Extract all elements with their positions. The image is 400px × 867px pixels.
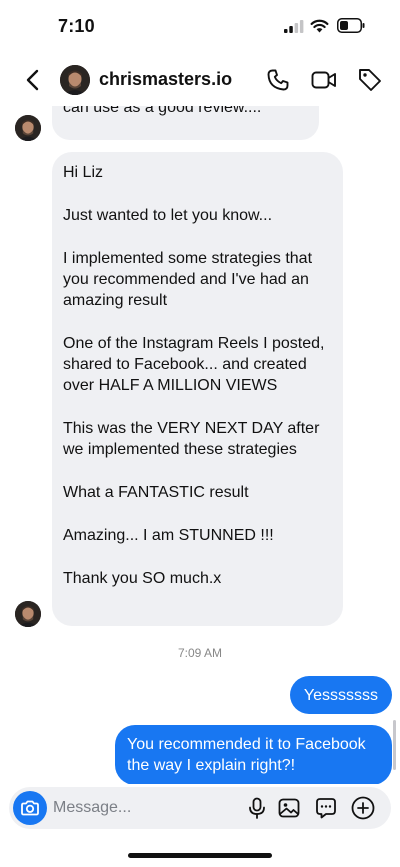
- outgoing-message[interactable]: Yesssssss: [289, 676, 392, 714]
- message-paragraph: What a FANTASTIC result: [63, 484, 249, 501]
- cellular-signal-icon: [284, 20, 304, 33]
- sticker-icon[interactable]: [314, 796, 338, 820]
- message-timestamp: 7:09 AM: [177, 646, 223, 660]
- message-paragraph: Just wanted to let you know...: [63, 207, 273, 224]
- message-thread[interactable]: can use as a good review.... Hi Liz Just…: [0, 106, 400, 784]
- sender-avatar[interactable]: [15, 115, 41, 141]
- wifi-icon: [310, 19, 329, 33]
- camera-button[interactable]: [13, 791, 47, 825]
- incoming-message[interactable]: Hi Liz Just wanted to let you know... I …: [52, 152, 343, 626]
- message-text: Yesssssss: [303, 687, 378, 704]
- status-bar: 7:10: [0, 0, 400, 54]
- message-paragraph: One of the Instagram Reels I posted, sha…: [63, 335, 325, 394]
- sender-avatar[interactable]: [15, 601, 41, 627]
- phone-icon[interactable]: [266, 68, 290, 92]
- message-input[interactable]: [53, 787, 233, 829]
- message-text: You recommended it to Facebook the way I…: [127, 736, 366, 774]
- message-paragraph: I implemented some strategies that you r…: [63, 250, 313, 309]
- message-paragraph: Hi Liz: [63, 164, 104, 181]
- incoming-message[interactable]: can use as a good review....: [52, 106, 319, 140]
- contact-name[interactable]: chrismasters.io: [99, 69, 232, 90]
- message-paragraph: Amazing... I am STUNNED !!!: [63, 527, 274, 544]
- message-composer: [9, 787, 391, 829]
- contact-avatar[interactable]: [60, 65, 90, 95]
- microphone-icon[interactable]: [245, 796, 269, 820]
- back-chevron-icon[interactable]: [22, 68, 44, 92]
- status-time: 7:10: [58, 16, 95, 36]
- outgoing-message[interactable]: You recommended it to Facebook the way I…: [115, 725, 392, 784]
- plus-icon[interactable]: [350, 795, 376, 821]
- scrollbar[interactable]: [393, 720, 396, 770]
- tag-icon[interactable]: [357, 67, 383, 93]
- message-paragraph: Thank you SO much.x: [63, 570, 222, 587]
- message-text: can use as a good review....: [63, 106, 262, 116]
- camera-icon: [21, 800, 39, 816]
- home-indicator[interactable]: [128, 853, 272, 858]
- battery-icon: [337, 18, 365, 33]
- message-paragraph: This was the VERY NEXT DAY after we impl…: [63, 420, 320, 458]
- video-call-icon[interactable]: [311, 68, 337, 92]
- chat-header: chrismasters.io: [0, 54, 400, 106]
- gallery-icon[interactable]: [277, 796, 301, 820]
